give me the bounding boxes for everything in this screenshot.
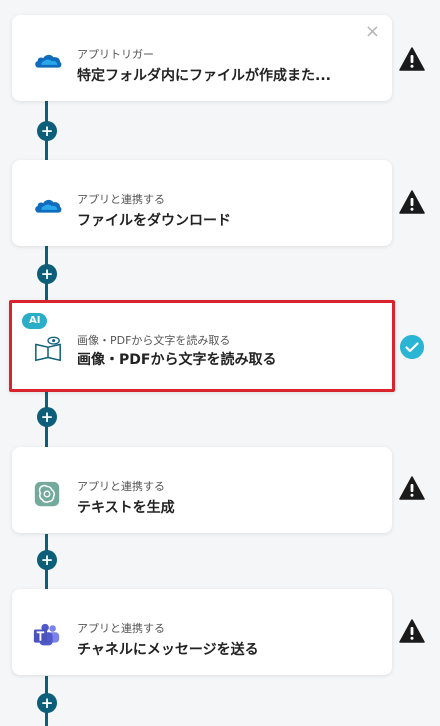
step-title: 特定フォルダ内にファイルが作成また... [77,68,331,84]
step-title: テキストを生成 [77,500,175,516]
chatgpt-icon [34,481,60,507]
step-card-download[interactable]: アプリと連携する ファイルをダウンロード [12,160,392,246]
step-title: 画像・PDFから文字を読み取る [77,352,277,368]
warning-icon [399,47,425,71]
close-icon[interactable]: × [365,23,380,41]
step-card-trigger[interactable]: × アプリトリガー 特定フォルダ内にファイルが作成また... [12,15,392,101]
warning-icon [399,476,425,500]
step-title: チャネルにメッセージを送る [77,642,259,658]
step-category: アプリと連携する [77,193,165,206]
onedrive-icon [35,199,62,213]
ocr-book-icon [35,336,61,362]
step-category: アプリトリガー [77,48,154,61]
step-card-generate-text[interactable]: アプリと連携する テキストを生成 [12,447,392,533]
step-card-ocr[interactable]: AI 画像・PDFから文字を読み取る 画像・PDFから文字を読み取る [9,300,395,392]
flow-canvas: + + + + + × アプリトリガー 特定フォルダ内にファイルが作成また...… [0,0,440,726]
add-step-button[interactable]: + [37,264,57,284]
add-step-button[interactable]: + [37,121,57,141]
check-icon [400,335,424,359]
step-card-teams-message[interactable]: アプリと連携する チャネルにメッセージを送る [12,589,392,675]
add-step-button[interactable]: + [37,693,57,713]
onedrive-icon [35,54,62,68]
warning-icon [399,190,425,214]
add-step-button[interactable]: + [37,407,57,427]
warning-icon [399,619,425,643]
step-category: 画像・PDFから文字を読み取る [77,334,231,347]
add-step-button[interactable]: + [37,550,57,570]
step-category: アプリと連携する [77,622,165,635]
step-category: アプリと連携する [77,480,165,493]
ai-badge: AI [22,313,48,329]
teams-icon [33,623,60,646]
step-title: ファイルをダウンロード [77,213,231,229]
